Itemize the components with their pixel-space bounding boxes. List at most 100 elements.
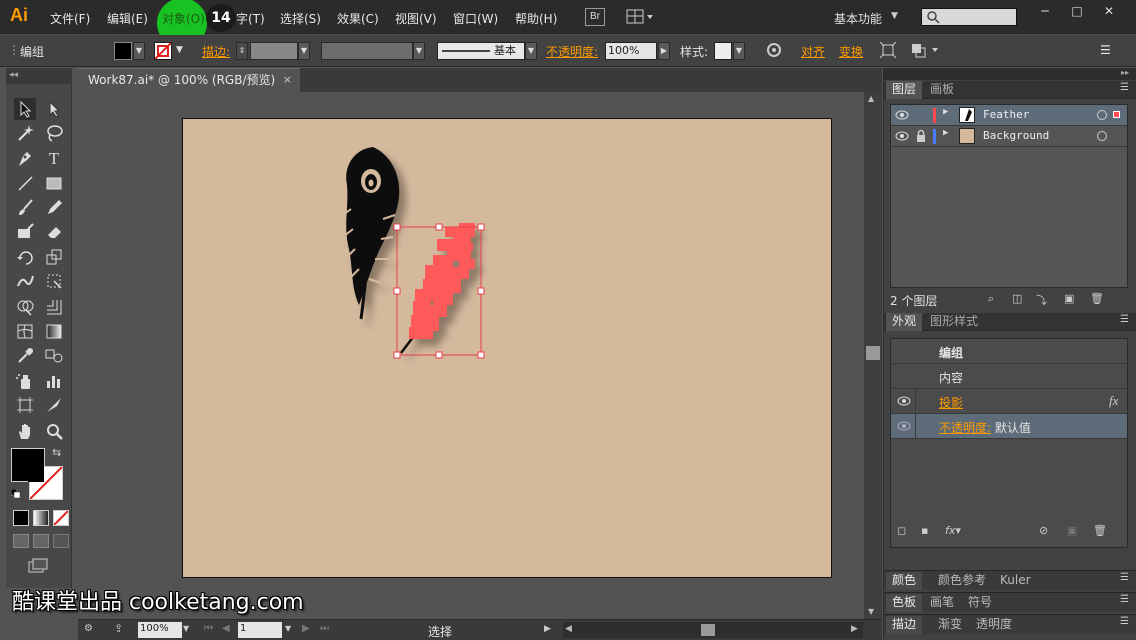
- menu-effect[interactable]: 效果(C): [337, 10, 379, 27]
- horizontal-scrollbar[interactable]: ◀ ▶: [563, 622, 863, 638]
- panel-menu-icon[interactable]: ☰: [1120, 572, 1129, 583]
- menu-object[interactable]: 对象(O): [162, 10, 205, 27]
- expand-arrow-icon[interactable]: ▶: [943, 107, 948, 117]
- appearance-contents-label[interactable]: 内容: [939, 369, 963, 386]
- free-transform-tool[interactable]: [43, 270, 65, 292]
- previous-artboard-button[interactable]: ◀: [222, 623, 230, 634]
- draw-normal-button[interactable]: [13, 534, 29, 548]
- drop-shadow-link[interactable]: 投影: [939, 394, 963, 411]
- layer-row-feather[interactable]: ▶ Feather: [891, 105, 1127, 126]
- new-layer-icon[interactable]: ▣: [1064, 292, 1074, 305]
- brush-definition-dropdown[interactable]: ▼: [525, 42, 537, 60]
- layer-name[interactable]: Feather: [983, 108, 1029, 121]
- tab-stroke[interactable]: 描边: [886, 616, 923, 634]
- menu-type[interactable]: 字(T): [236, 10, 265, 27]
- eyedropper-tool[interactable]: [14, 344, 36, 366]
- gradient-tool[interactable]: [43, 320, 65, 342]
- scroll-up-icon[interactable]: ▲: [868, 94, 874, 103]
- appearance-row-drop-shadow[interactable]: 投影 fx: [891, 389, 1127, 414]
- tab-graphic-styles[interactable]: 图形样式: [924, 313, 984, 331]
- red-feather[interactable]: [400, 223, 475, 354]
- appearance-row-opacity[interactable]: 不透明度: 默认值: [891, 414, 1127, 439]
- selection-tool[interactable]: [14, 98, 36, 120]
- rotate-tool[interactable]: [14, 246, 36, 268]
- default-colors-icon[interactable]: [10, 488, 21, 499]
- symbol-sprayer-tool[interactable]: [14, 370, 36, 392]
- transform-link[interactable]: 变换: [839, 43, 863, 60]
- scroll-left-icon[interactable]: ◀: [565, 624, 572, 634]
- delete-layer-icon[interactable]: 🗑: [1090, 292, 1104, 305]
- tab-symbols[interactable]: 符号: [962, 594, 998, 612]
- locate-object-icon[interactable]: ⌕: [988, 292, 994, 306]
- color-mode-button[interactable]: [13, 510, 29, 526]
- vertical-scrollbar[interactable]: ▲ ▼: [864, 92, 882, 620]
- variable-width-field[interactable]: [321, 42, 413, 60]
- tab-color[interactable]: 颜色: [886, 572, 923, 590]
- status-menu-arrow-icon[interactable]: ▶: [544, 624, 551, 634]
- pencil-tool[interactable]: [43, 196, 65, 218]
- fill-dropdown[interactable]: ▼: [133, 42, 145, 60]
- stroke-weight-field[interactable]: [250, 42, 298, 60]
- shape-builder-tool[interactable]: [14, 296, 36, 318]
- zoom-input[interactable]: 100%: [138, 622, 182, 638]
- bridge-button[interactable]: Br: [585, 8, 605, 26]
- direct-selection-tool[interactable]: [43, 98, 65, 120]
- layer-target-icon[interactable]: [1097, 131, 1107, 141]
- blob-brush-tool[interactable]: [14, 220, 36, 242]
- delete-item-icon[interactable]: 🗑: [1093, 524, 1107, 537]
- blend-tool[interactable]: [43, 344, 65, 366]
- make-clipping-mask-icon[interactable]: ◫: [1012, 292, 1022, 305]
- status-options-icon[interactable]: ⚙: [84, 623, 93, 634]
- draw-inside-button[interactable]: [53, 534, 69, 548]
- eye-icon[interactable]: [895, 108, 909, 122]
- eye-icon[interactable]: [897, 394, 911, 408]
- black-feather[interactable]: [342, 147, 400, 320]
- perspective-grid-tool[interactable]: [43, 296, 65, 318]
- opacity-link[interactable]: 不透明度:: [939, 421, 991, 435]
- panel-menu-icon[interactable]: ☰: [1120, 314, 1129, 325]
- paintbrush-tool[interactable]: [14, 196, 36, 218]
- graphic-style-swatch[interactable]: [714, 42, 732, 60]
- menu-select[interactable]: 选择(S): [280, 10, 321, 27]
- menu-help[interactable]: 帮助(H): [515, 10, 557, 27]
- column-graph-tool[interactable]: [43, 370, 65, 392]
- layer-name[interactable]: Background: [983, 129, 1049, 142]
- pen-tool[interactable]: [14, 148, 36, 170]
- canvas-area[interactable]: [78, 92, 864, 620]
- opacity-dropdown[interactable]: ▶: [658, 42, 670, 60]
- stroke-weight-dropdown[interactable]: ▼: [298, 42, 310, 60]
- none-mode-button[interactable]: [53, 510, 69, 526]
- share-icon[interactable]: ⇪: [114, 622, 123, 635]
- minimize-button[interactable]: ─: [1030, 3, 1060, 19]
- opacity-link[interactable]: 不透明度:: [546, 43, 598, 60]
- gradient-mode-button[interactable]: [33, 510, 49, 526]
- zoom-tool[interactable]: [43, 420, 65, 442]
- tab-layers[interactable]: 图层: [886, 81, 923, 99]
- search-input[interactable]: [921, 8, 1017, 26]
- draw-behind-button[interactable]: [33, 534, 49, 548]
- opacity-input[interactable]: 100%: [605, 42, 657, 60]
- add-stroke-icon[interactable]: ◻: [897, 524, 906, 537]
- warp-tool[interactable]: [14, 270, 36, 292]
- variable-width-dropdown[interactable]: ▼: [413, 42, 425, 60]
- close-window-button[interactable]: ✕: [1094, 3, 1124, 19]
- expand-arrow-icon[interactable]: ▶: [943, 128, 948, 138]
- vertical-scroll-thumb[interactable]: [866, 346, 880, 360]
- add-effect-icon[interactable]: fx▾: [945, 524, 961, 537]
- mesh-tool[interactable]: [14, 320, 36, 342]
- horizontal-scroll-thumb[interactable]: [701, 624, 715, 636]
- stroke-link[interactable]: 描边:: [202, 43, 230, 60]
- swap-fill-stroke-icon[interactable]: ⇆: [52, 446, 61, 459]
- zoom-dropdown[interactable]: ▼: [183, 624, 189, 633]
- workspace-switcher[interactable]: 基本功能: [834, 10, 882, 27]
- last-artboard-button[interactable]: ⏭: [320, 623, 329, 634]
- tab-gradient[interactable]: 渐变: [932, 616, 968, 634]
- clear-appearance-icon[interactable]: ⊘: [1039, 524, 1048, 537]
- control-panel-menu-icon[interactable]: ☰: [1100, 43, 1111, 57]
- eraser-tool[interactable]: [43, 220, 65, 242]
- isolate-group-button[interactable]: [879, 41, 897, 61]
- align-link[interactable]: 对齐: [801, 43, 825, 60]
- eye-icon[interactable]: [897, 419, 911, 433]
- next-artboard-button[interactable]: ▶: [302, 623, 310, 634]
- layer-row-background[interactable]: ▶ Background: [891, 126, 1127, 147]
